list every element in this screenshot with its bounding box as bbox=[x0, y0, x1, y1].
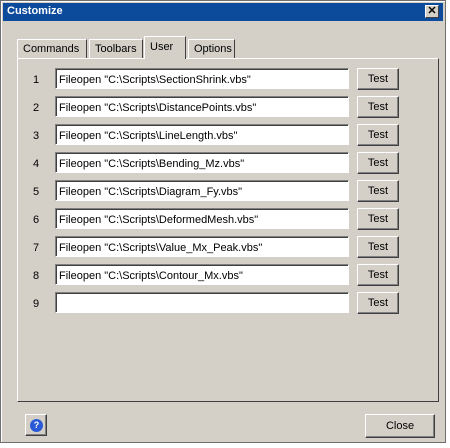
help-icon: ? bbox=[30, 419, 43, 432]
command-field-7[interactable] bbox=[55, 236, 349, 257]
command-field-5[interactable] bbox=[55, 180, 349, 201]
row-number: 6 bbox=[32, 214, 40, 226]
row-number: 7 bbox=[32, 242, 40, 254]
test-button-9[interactable]: Test bbox=[357, 292, 399, 314]
tab-options[interactable]: Options bbox=[188, 39, 235, 58]
command-field-9[interactable] bbox=[55, 292, 349, 313]
tab-label: User bbox=[150, 41, 174, 53]
test-button-8[interactable]: Test bbox=[357, 264, 399, 286]
close-icon: ✕ bbox=[427, 5, 437, 17]
tab-label: Commands bbox=[23, 43, 80, 55]
row-number: 8 bbox=[32, 270, 40, 282]
test-button-4[interactable]: Test bbox=[357, 152, 399, 174]
command-field-1[interactable] bbox=[55, 68, 349, 89]
close-button[interactable]: Close bbox=[365, 414, 435, 438]
tab-user[interactable]: User bbox=[144, 36, 186, 59]
tab-label: Toolbars bbox=[95, 43, 137, 55]
row-number: 4 bbox=[32, 158, 40, 170]
help-button[interactable]: ? bbox=[25, 414, 47, 436]
command-field-3[interactable] bbox=[55, 124, 349, 145]
window-close-button[interactable]: ✕ bbox=[425, 5, 439, 18]
command-field-4[interactable] bbox=[55, 152, 349, 173]
row-number: 2 bbox=[32, 102, 40, 114]
window-title: Customize bbox=[7, 5, 63, 17]
row-number: 9 bbox=[32, 298, 40, 310]
customize-dialog: Customize ✕ Commands Toolbars User Optio… bbox=[0, 0, 446, 443]
command-field-8[interactable] bbox=[55, 264, 349, 285]
test-button-6[interactable]: Test bbox=[357, 208, 399, 230]
test-button-2[interactable]: Test bbox=[357, 96, 399, 118]
row-number: 5 bbox=[32, 186, 40, 198]
test-button-3[interactable]: Test bbox=[357, 124, 399, 146]
tab-commands[interactable]: Commands bbox=[17, 39, 87, 58]
row-number: 1 bbox=[32, 74, 40, 86]
command-field-6[interactable] bbox=[55, 208, 349, 229]
test-button-5[interactable]: Test bbox=[357, 180, 399, 202]
tab-label: Options bbox=[194, 43, 232, 55]
test-button-1[interactable]: Test bbox=[357, 68, 399, 90]
test-button-7[interactable]: Test bbox=[357, 236, 399, 258]
title-bar[interactable]: Customize ✕ bbox=[3, 3, 443, 21]
row-number: 3 bbox=[32, 130, 40, 142]
tab-toolbars[interactable]: Toolbars bbox=[89, 39, 143, 58]
command-field-2[interactable] bbox=[55, 96, 349, 117]
